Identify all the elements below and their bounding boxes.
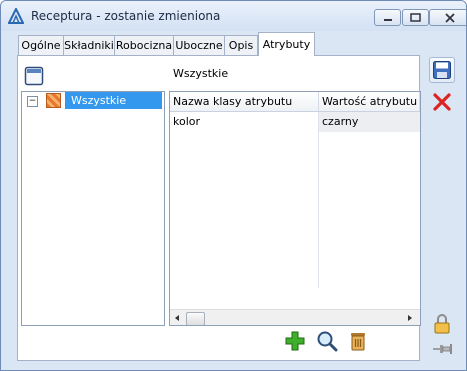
- padlock-icon: [434, 314, 450, 334]
- tab-uboczne[interactable]: Uboczne: [173, 35, 225, 55]
- maximize-icon: [410, 13, 421, 22]
- attribute-tree[interactable]: − Wszystkie: [21, 91, 165, 326]
- tab-label: Robocizna: [115, 39, 173, 52]
- section-label: Wszystkie: [173, 67, 229, 80]
- cell-attribute-value[interactable]: czarny: [319, 112, 420, 132]
- grid-header: Nazwa klasy atrybutu Wartość atrybutu: [170, 92, 420, 112]
- scroll-left-icon[interactable]: [173, 314, 181, 322]
- tab-label: Atrybuty: [262, 38, 311, 51]
- attribute-group-icon: [46, 93, 61, 108]
- column-divider: [318, 112, 319, 288]
- scroll-thumb[interactable]: [186, 312, 205, 325]
- window-title: Receptura - zostanie zmieniona: [31, 9, 221, 23]
- tab-atrybuty[interactable]: Atrybuty: [258, 32, 315, 56]
- tab-label: Składniki: [64, 39, 114, 52]
- maximize-button[interactable]: [402, 9, 429, 26]
- save-button[interactable]: [429, 57, 455, 83]
- column-header-attribute-class[interactable]: Nazwa klasy atrybutu: [170, 92, 319, 111]
- horizontal-scrollbar[interactable]: [170, 309, 420, 325]
- minimize-icon: [383, 18, 392, 21]
- receptura-window: Receptura - zostanie zmieniona Ogólne Sk…: [0, 0, 467, 371]
- tab-ogolne[interactable]: Ogólne: [18, 35, 64, 55]
- tab-robocizna[interactable]: Robocizna: [114, 35, 174, 55]
- tree-node-label[interactable]: Wszystkie: [65, 92, 162, 109]
- delete-button[interactable]: [345, 329, 371, 353]
- floppy-save-icon: [433, 61, 451, 79]
- title-bar[interactable]: Receptura - zostanie zmieniona: [1, 1, 466, 31]
- close-icon: [445, 12, 455, 23]
- minimize-button[interactable]: [374, 9, 401, 26]
- cancel-button[interactable]: [429, 90, 455, 114]
- tab-label: Opis: [228, 39, 254, 52]
- panel-toggle-button[interactable]: [21, 64, 47, 88]
- tab-label: Uboczne: [175, 39, 223, 52]
- lock-button[interactable]: [429, 312, 455, 336]
- attribute-grid[interactable]: Nazwa klasy atrybutu Wartość atrybutu ko…: [169, 91, 421, 326]
- scroll-right-icon[interactable]: [406, 314, 414, 322]
- tab-label: Ogólne: [21, 39, 61, 52]
- pin-button[interactable]: [429, 337, 455, 361]
- panel-toggle-icon: [24, 66, 44, 86]
- tree-expander[interactable]: −: [27, 96, 38, 107]
- red-x-icon: [433, 93, 451, 111]
- column-header-attribute-value[interactable]: Wartość atrybutu: [319, 92, 420, 111]
- tab-opis[interactable]: Opis: [224, 35, 258, 55]
- comarch-logo-icon: [7, 6, 25, 24]
- tab-skladniki[interactable]: Składniki: [63, 35, 115, 55]
- add-plus-icon: [285, 331, 305, 351]
- magnifier-icon: [317, 331, 338, 352]
- add-button[interactable]: [282, 329, 308, 353]
- trash-icon: [351, 333, 365, 351]
- pin-icon: [433, 344, 452, 354]
- attributes-panel: Wszystkie − Wszystkie Nazwa klasy atrybu…: [17, 55, 421, 361]
- cell-attribute-class[interactable]: kolor: [170, 112, 318, 132]
- tree-node-wszystkie[interactable]: − Wszystkie: [22, 92, 164, 109]
- close-button[interactable]: [429, 9, 466, 26]
- search-button[interactable]: [314, 329, 340, 353]
- table-row[interactable]: kolor czarny: [170, 112, 420, 132]
